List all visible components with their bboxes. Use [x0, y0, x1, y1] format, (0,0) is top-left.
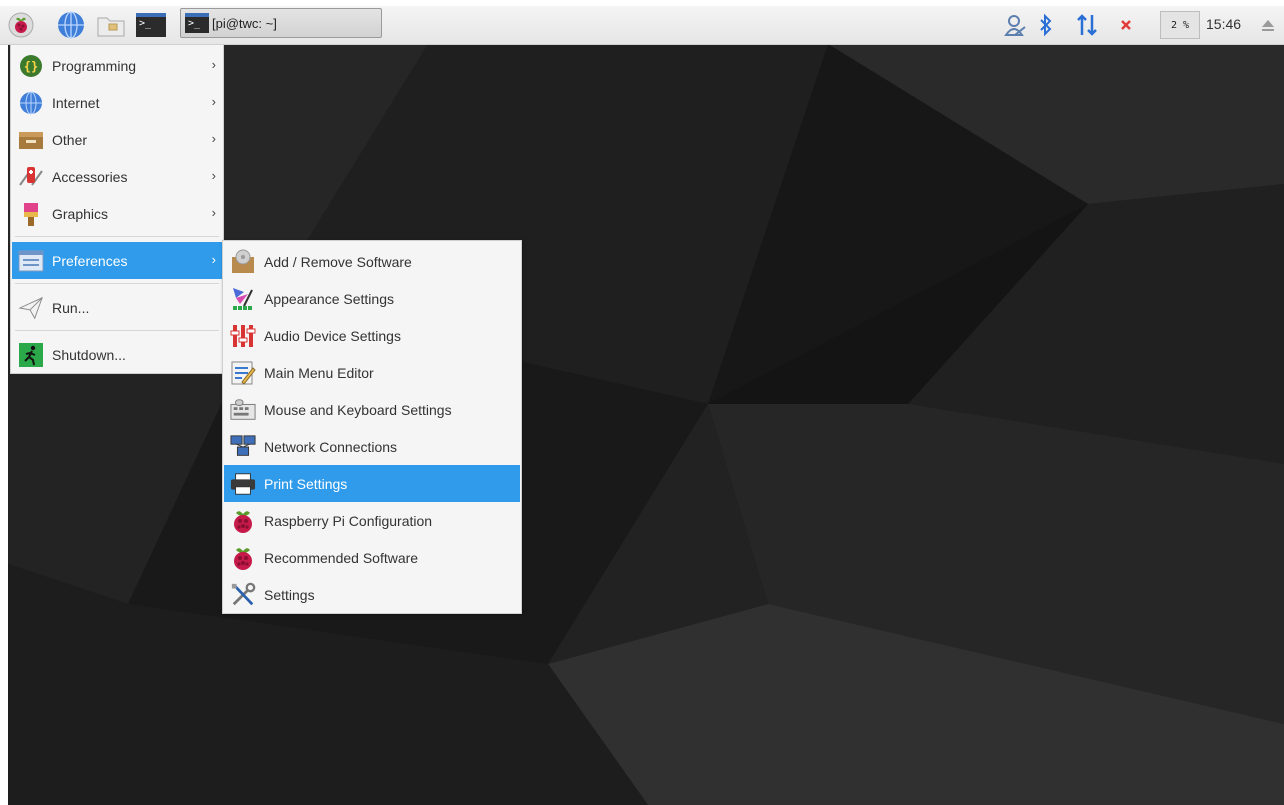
menu-item-accessories[interactable]: Accessories ›	[12, 158, 222, 195]
raspberry-icon[interactable]	[6, 10, 36, 40]
chevron-right-icon: ›	[211, 94, 216, 109]
package-icon	[230, 249, 256, 275]
menu-separator	[15, 283, 219, 284]
network-connections-icon	[230, 434, 256, 460]
eject-icon[interactable]	[1256, 8, 1280, 42]
printer-icon	[230, 471, 256, 497]
submenu-item-label: Recommended Software	[264, 549, 419, 566]
taskbar-window-button[interactable]: >_ [pi@twc: ~]	[180, 8, 382, 38]
submenu-item-network-connections[interactable]: Network Connections	[224, 428, 520, 465]
submenu-item-label: Mouse and Keyboard Settings	[264, 401, 452, 418]
menu-item-shutdown[interactable]: Shutdown...	[12, 336, 222, 373]
keyboard-icon	[230, 397, 256, 423]
internet-icon	[18, 90, 44, 116]
submenu-item-raspberry-pi-configuration[interactable]: Raspberry Pi Configuration	[224, 502, 520, 539]
menu-item-label: Accessories	[52, 168, 128, 185]
menu-item-label: Internet	[52, 94, 100, 111]
menu-item-label: Graphics	[52, 205, 109, 222]
menu-item-preferences[interactable]: Preferences ›	[12, 242, 222, 279]
other-icon	[18, 127, 44, 153]
settings-icon	[230, 582, 256, 608]
accessories-icon	[18, 164, 44, 190]
submenu-item-label: Appearance Settings	[264, 290, 394, 307]
chevron-right-icon: ›	[211, 57, 216, 72]
submenu-item-print-settings[interactable]: Print Settings	[224, 465, 520, 502]
shutdown-icon	[18, 342, 44, 368]
menu-item-label: Preferences	[52, 252, 128, 269]
submenu-item-label: Settings	[264, 586, 315, 603]
submenu-item-appearance-settings[interactable]: Appearance Settings	[224, 280, 520, 317]
chevron-right-icon: ›	[211, 168, 216, 183]
menu-item-label: Shutdown...	[52, 346, 126, 363]
submenu-item-label: Audio Device Settings	[264, 327, 401, 344]
menu-item-run[interactable]: Run...	[12, 289, 222, 326]
recommended-icon	[230, 545, 256, 571]
programming-icon: {}	[18, 53, 44, 79]
task-button-label: [pi@twc: ~]	[212, 15, 277, 31]
audio-icon	[230, 323, 256, 349]
raspberry-config-icon	[230, 508, 256, 534]
menu-separator	[15, 330, 219, 331]
menu-item-label: Run...	[52, 299, 90, 316]
web-browser-icon[interactable]	[56, 10, 86, 40]
menu-item-graphics[interactable]: Graphics ›	[12, 195, 222, 232]
menu-editor-icon	[230, 360, 256, 386]
menu-separator	[15, 236, 219, 237]
appearance-icon	[230, 286, 256, 312]
network-icon[interactable]	[1072, 8, 1102, 42]
run-icon	[18, 295, 44, 321]
bluetooth-icon[interactable]	[1034, 8, 1058, 42]
preferences-submenu: Add / Remove Software Appearance Setting…	[222, 240, 522, 614]
cpu-monitor[interactable]: 2 %	[1160, 11, 1200, 39]
submenu-item-add-remove-software[interactable]: Add / Remove Software	[224, 243, 520, 280]
submenu-item-mouse-keyboard-settings[interactable]: Mouse and Keyboard Settings	[224, 391, 520, 428]
submenu-item-label: Network Connections	[264, 438, 398, 455]
terminal-icon[interactable]: >_	[134, 10, 168, 40]
chevron-right-icon: ›	[211, 131, 216, 146]
volume-muted-icon[interactable]	[1114, 8, 1138, 42]
submenu-item-label: Raspberry Pi Configuration	[264, 512, 433, 529]
submenu-item-label: Main Menu Editor	[264, 364, 374, 381]
clock[interactable]: 15:46	[1206, 16, 1241, 32]
file-manager-icon[interactable]	[96, 10, 126, 40]
chevron-right-icon: ›	[211, 205, 216, 220]
main-menu: {} Programming › Internet › Other › Acce…	[10, 44, 224, 374]
menu-item-internet[interactable]: Internet ›	[12, 84, 222, 121]
submenu-item-audio-device-settings[interactable]: Audio Device Settings	[224, 317, 520, 354]
chevron-right-icon: ›	[211, 252, 216, 267]
svg-text:{}: {}	[24, 59, 38, 73]
menu-item-label: Programming	[52, 57, 137, 74]
submenu-item-label: Add / Remove Software	[264, 253, 412, 270]
submenu-item-main-menu-editor[interactable]: Main Menu Editor	[224, 354, 520, 391]
submenu-item-settings[interactable]: Settings	[224, 576, 520, 613]
submenu-item-label: Print Settings	[264, 475, 348, 492]
menu-item-label: Other	[52, 131, 88, 148]
user-icon[interactable]	[1000, 8, 1030, 42]
taskbar: >_ >_ [pi@twc: ~] 2 % 15:46	[0, 6, 1284, 45]
graphics-icon	[18, 201, 44, 227]
menu-item-other[interactable]: Other ›	[12, 121, 222, 158]
submenu-item-recommended-software[interactable]: Recommended Software	[224, 539, 520, 576]
preferences-icon	[18, 248, 44, 274]
menu-item-programming[interactable]: {} Programming ›	[12, 47, 222, 84]
terminal-window-icon: >_	[185, 13, 209, 33]
